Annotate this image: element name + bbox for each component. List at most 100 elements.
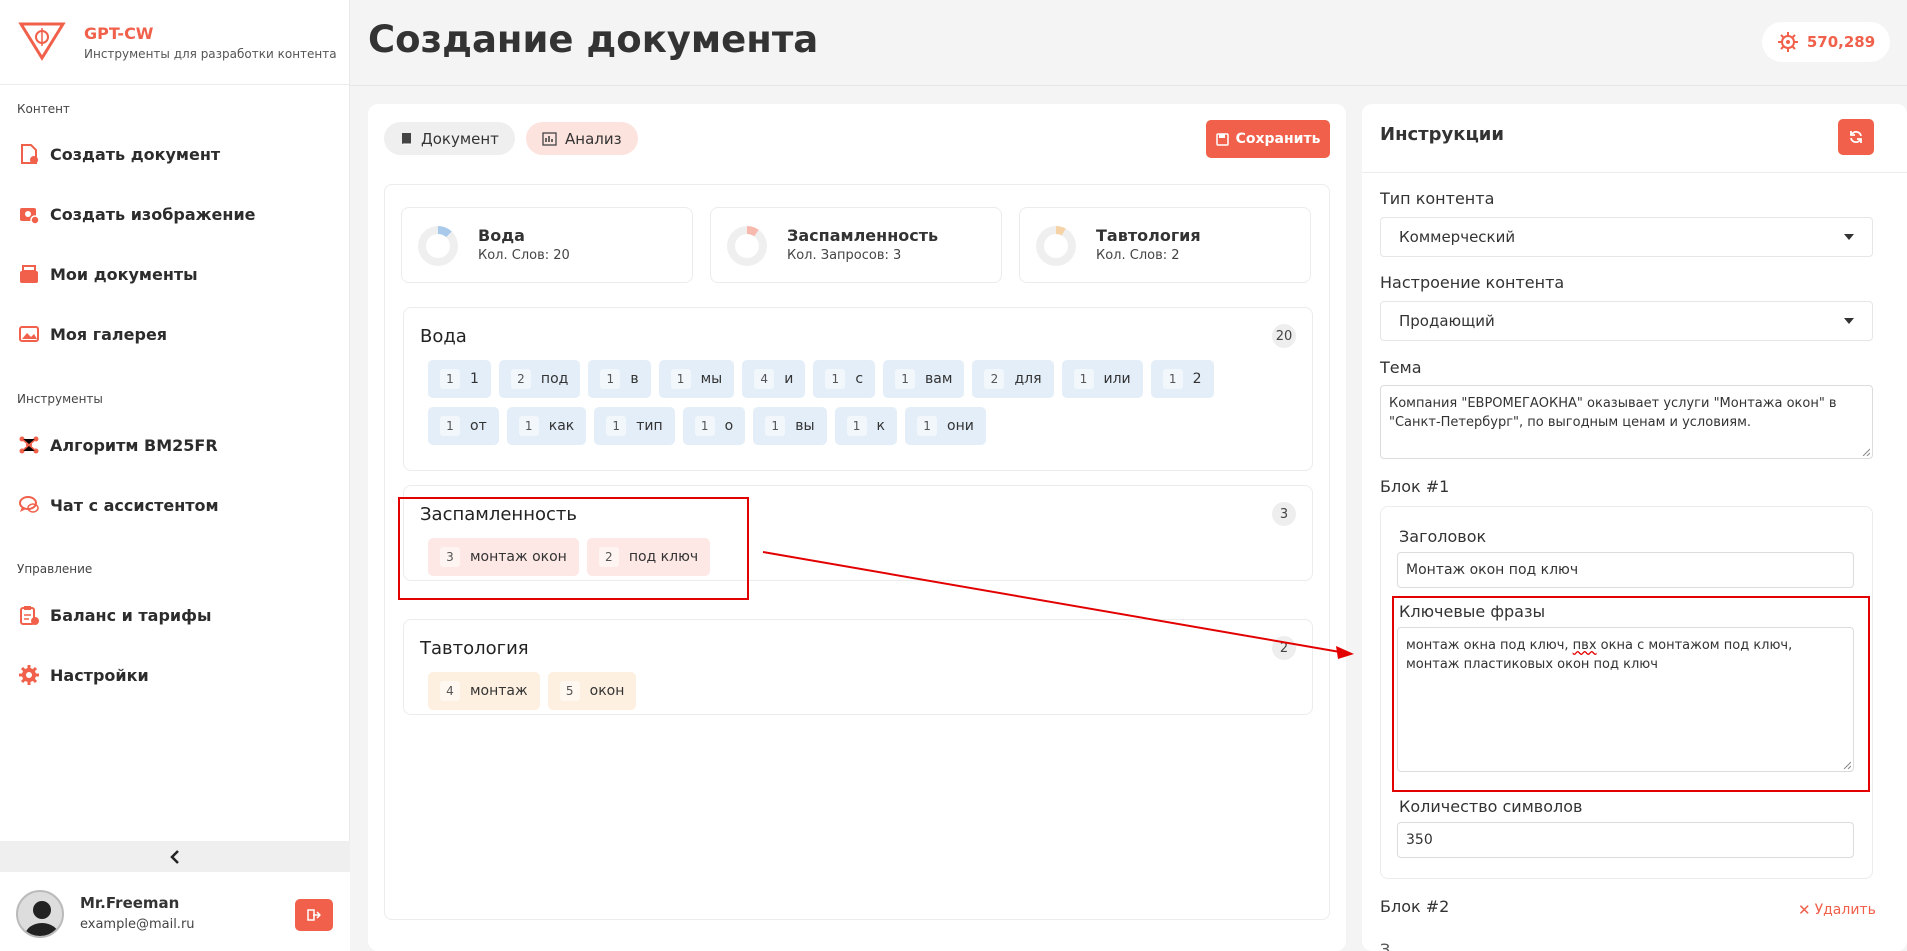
chip-word: 2 xyxy=(1192,371,1202,387)
water-donut-chart xyxy=(418,226,458,266)
stat-card-tautology: Тавтология Кол. Слов: 2 xyxy=(1019,207,1311,283)
chip-word: они xyxy=(947,418,974,434)
word-chip[interactable]: 2 под xyxy=(498,360,581,398)
sidebar-item-label: Баланс и тарифы xyxy=(50,605,212,625)
header-divider xyxy=(350,85,1907,86)
mood-select[interactable]: Продающий xyxy=(1380,301,1873,341)
chip-count: 4 xyxy=(440,681,460,701)
avatar[interactable] xyxy=(16,890,64,938)
word-chip[interactable]: 4и xyxy=(742,360,806,398)
annotation-box-keyphrases xyxy=(1392,596,1870,792)
sidebar-item-my-gallery[interactable]: Моя галерея xyxy=(17,316,167,352)
word-chip[interactable]: 12 xyxy=(1150,360,1214,398)
topic-text: Компания "ЕВРОМЕГАОКНА" оказывает услуги… xyxy=(1389,396,1837,430)
logout-button[interactable] xyxy=(295,899,333,931)
stat-title: Тавтология xyxy=(1096,226,1201,245)
sidebar-collapse-button[interactable] xyxy=(0,841,350,872)
word-chip[interactable]: 2 для xyxy=(972,360,1054,398)
heading-input[interactable]: Монтаж окон под ключ xyxy=(1397,552,1854,588)
chars-input[interactable]: 350 xyxy=(1397,822,1854,858)
chars-value: 350 xyxy=(1406,832,1433,848)
sidebar-item-my-documents[interactable]: Мои документы xyxy=(17,256,198,292)
logo-icon xyxy=(18,22,66,61)
chip-count: 1 xyxy=(825,369,846,389)
chip-count: 1 xyxy=(765,416,786,436)
word-chip[interactable]: 1 они xyxy=(905,407,986,445)
virus-icon xyxy=(1777,32,1798,52)
chip-count: 1 xyxy=(846,416,867,436)
balance-value: 570,289 xyxy=(1806,33,1876,51)
chip-word: под xyxy=(540,371,569,387)
save-button[interactable]: Сохранить xyxy=(1206,120,1330,158)
resize-handle-icon[interactable] xyxy=(1862,448,1870,456)
user-panel: Mr.Freeman example@mail.ru xyxy=(0,872,350,951)
delete-block-button[interactable]: ✕ Удалить xyxy=(1798,901,1876,919)
refresh-button[interactable] xyxy=(1838,119,1874,155)
chip-count: 2 xyxy=(984,369,1005,389)
mood-value: Продающий xyxy=(1399,312,1495,330)
chip-count: 1 xyxy=(670,369,691,389)
sidebar-item-create-document[interactable]: Создать документ xyxy=(17,136,220,172)
word-chip[interactable]: 1 тип xyxy=(594,407,675,445)
word-chip[interactable]: 1 мы xyxy=(658,360,735,398)
caret-down-icon xyxy=(1844,234,1854,240)
brand-name: GPT-CW xyxy=(84,24,154,43)
word-chip[interactable]: 1 вам xyxy=(883,360,965,398)
chip-word: тип xyxy=(636,418,663,434)
chip-word: вам xyxy=(925,371,953,387)
close-icon: ✕ xyxy=(1798,901,1811,919)
book-icon xyxy=(402,132,411,144)
block-title: Тавтология xyxy=(420,638,529,659)
chip-word: окон xyxy=(589,683,625,699)
sidebar-item-label: Создать документ xyxy=(50,144,221,164)
sidebar-item-chat[interactable]: Чат с ассистентом xyxy=(17,487,219,523)
chip-count: 2 xyxy=(510,369,531,389)
word-chip[interactable]: 1о xyxy=(682,407,746,445)
block-title: Вода xyxy=(420,326,467,347)
floppy-icon xyxy=(1215,132,1229,146)
chip-word: в xyxy=(630,371,639,387)
word-chip[interactable]: 5 окон xyxy=(547,672,637,710)
word-chip[interactable]: 1 или xyxy=(1061,360,1143,398)
chat-icon xyxy=(17,493,41,517)
image-add-icon xyxy=(17,202,41,226)
chip-word: вы xyxy=(795,418,815,434)
block-count-badge: 20 xyxy=(1272,324,1296,348)
chip-count: 1 xyxy=(518,416,539,436)
sidebar-item-bm25fr[interactable]: Алгоритм BM25FR xyxy=(17,427,218,463)
stat-card-water: Вода Кол. Слов: 20 xyxy=(401,207,693,283)
word-chip[interactable]: 1 вы xyxy=(753,407,827,445)
chip-word: от xyxy=(470,418,487,434)
word-chip[interactable]: 11 xyxy=(428,360,491,398)
chip-word: мы xyxy=(700,371,723,387)
chip-word: к xyxy=(876,418,886,434)
chip-count: 1 xyxy=(895,369,916,389)
word-chip[interactable]: 4 монтаж xyxy=(428,672,540,710)
tab-document[interactable]: Документ xyxy=(384,122,515,155)
tab-analysis[interactable]: Анализ xyxy=(526,122,638,155)
word-chip[interactable]: 1с xyxy=(813,360,876,398)
chip-count: 1 xyxy=(694,416,715,436)
block-count-badge: 2 xyxy=(1272,636,1296,660)
water-chips: 1 1 2 под 1 в 1 мы 4 и 1 с 1 вам 2 для 1 или 1 2 1 от 1 как 1 тип… xyxy=(428,360,1288,445)
word-chip[interactable]: 1 как xyxy=(506,407,587,445)
refresh-icon xyxy=(1850,131,1862,143)
content-type-select[interactable]: Коммерческий xyxy=(1380,217,1873,257)
word-chip[interactable]: 1к xyxy=(834,407,898,445)
user-name: Mr.Freeman xyxy=(80,894,180,912)
balance-badge[interactable]: 570,289 xyxy=(1762,22,1890,62)
word-chip[interactable]: 1 от xyxy=(428,407,499,445)
instructions-title: Инструкции xyxy=(1380,124,1505,145)
page-title: Создание документа xyxy=(368,18,819,61)
chip-word: монтаж xyxy=(470,683,528,699)
gear-icon xyxy=(17,663,41,687)
word-chip[interactable]: 1в xyxy=(588,360,651,398)
sidebar-item-balance[interactable]: Баланс и тарифы xyxy=(17,597,211,633)
sidebar-item-create-image[interactable]: Создать изображение xyxy=(17,196,256,232)
chip-word: для xyxy=(1014,371,1042,387)
sidebar-item-settings[interactable]: Настройки xyxy=(17,657,149,693)
chip-count: 1 xyxy=(1162,369,1183,389)
section-label-tools: Инструменты xyxy=(17,392,103,406)
topic-textarea[interactable]: Компания "ЕВРОМЕГАОКНА" оказывает услуги… xyxy=(1380,385,1873,459)
chip-word: о xyxy=(724,418,734,434)
